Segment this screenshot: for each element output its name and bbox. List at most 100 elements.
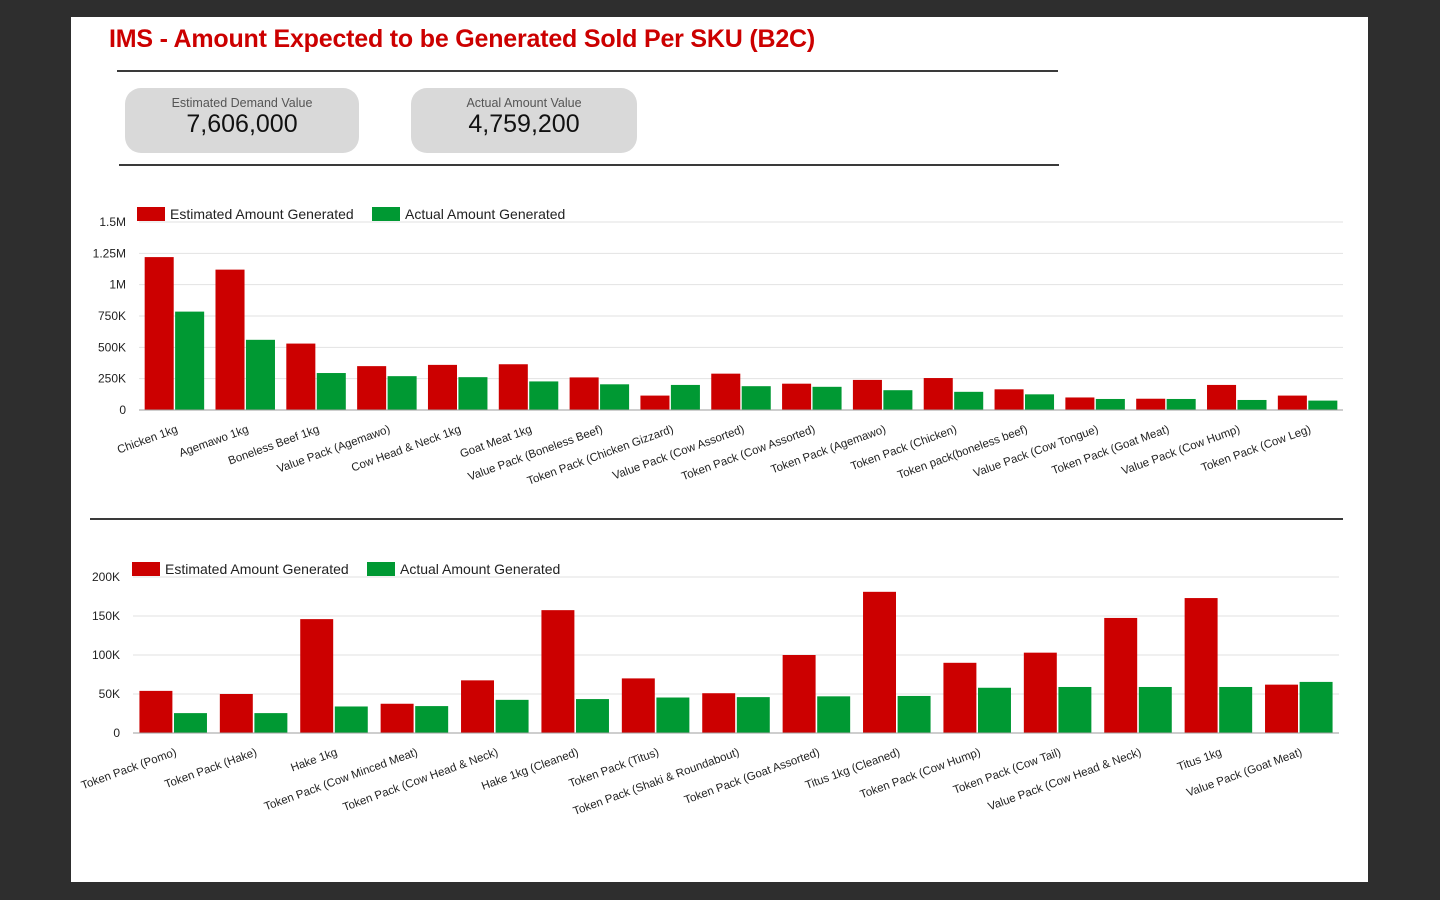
bar-actual bbox=[576, 699, 609, 733]
bar-actual bbox=[978, 687, 1011, 733]
x-tick-label: Value Pack (Cow Tongue) bbox=[972, 423, 1100, 479]
report-title: IMS - Amount Expected to be Generated So… bbox=[109, 25, 816, 53]
y-tick-label: 750K bbox=[98, 309, 126, 323]
x-tick-label: Token Pack (Goat Meat) bbox=[1050, 423, 1171, 477]
bar-estimated bbox=[1265, 684, 1298, 733]
bar-estimated bbox=[640, 395, 670, 410]
y-tick-label: 200K bbox=[92, 570, 120, 584]
bar-estimated bbox=[711, 373, 741, 410]
y-tick-label: 50K bbox=[99, 687, 120, 701]
x-tick-label: Token Pack (Cow Assorted) bbox=[680, 423, 817, 483]
bar-estimated bbox=[863, 591, 896, 733]
bar-actual bbox=[897, 695, 931, 733]
kpi-card-actual-amount: Actual Amount Value 4,759,200 bbox=[411, 88, 637, 153]
x-tick-label: Token Pack (Agemawo) bbox=[769, 423, 887, 476]
bar-estimated bbox=[1023, 652, 1057, 733]
bar-estimated bbox=[541, 610, 575, 733]
bar-estimated bbox=[357, 366, 387, 410]
bar-actual bbox=[670, 384, 700, 410]
x-tick-label: Hake 1kg bbox=[289, 747, 339, 775]
bar-actual bbox=[1308, 400, 1338, 410]
x-tick-label: Value Pack (Cow Assorted) bbox=[611, 423, 746, 482]
bar-actual bbox=[254, 713, 288, 733]
bar-actual bbox=[1237, 399, 1267, 410]
bar-actual bbox=[245, 339, 275, 410]
bar-actual bbox=[656, 697, 690, 733]
x-tick-label: Token Pack (Cow Head & Neck) bbox=[341, 746, 500, 814]
bar-actual bbox=[387, 376, 417, 410]
bar-estimated bbox=[782, 655, 816, 733]
legend-swatch bbox=[137, 207, 165, 221]
bar-actual bbox=[600, 384, 630, 410]
bar-estimated bbox=[621, 678, 655, 733]
y-tick-label: 1M bbox=[109, 278, 126, 292]
bar-estimated bbox=[782, 383, 812, 410]
bar-chart-bottom: Estimated Amount Generated Actual Amount … bbox=[71, 547, 1368, 877]
legend-swatch bbox=[132, 562, 160, 576]
bar-actual bbox=[174, 713, 207, 733]
bar-actual bbox=[1058, 686, 1092, 733]
legend-label: Estimated Amount Generated bbox=[170, 206, 354, 222]
bar-estimated bbox=[1104, 617, 1138, 733]
bar-actual bbox=[529, 381, 559, 410]
legend-label: Actual Amount Generated bbox=[405, 206, 565, 222]
bar-actual bbox=[495, 699, 529, 733]
y-tick-label: 1.25M bbox=[93, 246, 126, 260]
bar-actual bbox=[1095, 398, 1125, 410]
bar-actual bbox=[415, 706, 449, 733]
bar-actual bbox=[1138, 686, 1172, 733]
bar-estimated bbox=[286, 343, 316, 410]
bar-estimated bbox=[461, 680, 494, 733]
chart-divider bbox=[90, 518, 1343, 520]
bar-actual bbox=[817, 696, 851, 733]
bar-estimated bbox=[427, 364, 457, 410]
bar-actual bbox=[316, 373, 346, 410]
bar-actual bbox=[812, 386, 842, 410]
x-tick-label: Token pack(boneless beef) bbox=[896, 423, 1029, 481]
bar-estimated bbox=[852, 379, 882, 410]
y-tick-label: 100K bbox=[92, 648, 120, 662]
x-tick-label: Token Pack (Pomo) bbox=[80, 746, 179, 792]
bar-actual bbox=[1299, 681, 1333, 733]
x-tick-label: Value Pack (Cow Hump) bbox=[1120, 423, 1242, 477]
bar-estimated bbox=[1184, 598, 1218, 733]
y-tick-label: 0 bbox=[119, 403, 126, 417]
bar-estimated bbox=[1065, 397, 1095, 410]
bar-estimated bbox=[994, 389, 1024, 410]
bar-estimated bbox=[498, 364, 528, 410]
kpi-value: 7,606,000 bbox=[186, 110, 298, 138]
bar-chart-top-svg: Estimated Amount Generated Actual Amount … bbox=[93, 206, 1343, 488]
x-tick-label: Chicken 1kg bbox=[116, 424, 180, 457]
y-tick-label: 500K bbox=[98, 340, 126, 354]
bar-estimated bbox=[943, 662, 977, 733]
bar-chart-bottom-svg: Estimated Amount Generated Actual Amount … bbox=[80, 561, 1339, 818]
kpi-value: 4,759,200 bbox=[468, 110, 580, 138]
kpi-divider bbox=[119, 164, 1059, 166]
kpi-label: Estimated Demand Value bbox=[171, 96, 313, 110]
y-tick-label: 150K bbox=[92, 609, 120, 623]
bar-estimated bbox=[1136, 398, 1166, 410]
bar-estimated bbox=[1207, 384, 1237, 410]
x-tick-label: Titus 1kg bbox=[1176, 747, 1224, 774]
legend-label: Actual Amount Generated bbox=[400, 561, 560, 577]
bar-actual bbox=[1219, 686, 1253, 733]
header-divider bbox=[117, 70, 1058, 72]
y-tick-label: 0 bbox=[113, 726, 120, 740]
bar-estimated bbox=[923, 378, 953, 410]
bar-actual bbox=[1025, 394, 1055, 410]
bar-actual bbox=[954, 391, 984, 410]
bar-estimated bbox=[1277, 395, 1307, 410]
report-page: IMS - Amount Expected to be Generated So… bbox=[71, 17, 1368, 882]
bar-estimated bbox=[300, 619, 334, 733]
y-tick-label: 1.5M bbox=[99, 215, 126, 229]
bar-estimated bbox=[215, 269, 245, 410]
bar-actual bbox=[741, 386, 771, 410]
bar-chart-top: Estimated Amount Generated Actual Amount … bbox=[71, 192, 1368, 527]
bar-actual bbox=[1166, 398, 1196, 410]
legend-swatch bbox=[367, 562, 395, 576]
bar-estimated bbox=[702, 693, 736, 733]
legend-swatch bbox=[372, 207, 400, 221]
bar-estimated bbox=[569, 377, 599, 410]
bar-estimated bbox=[219, 694, 253, 733]
bar-estimated bbox=[144, 257, 174, 410]
